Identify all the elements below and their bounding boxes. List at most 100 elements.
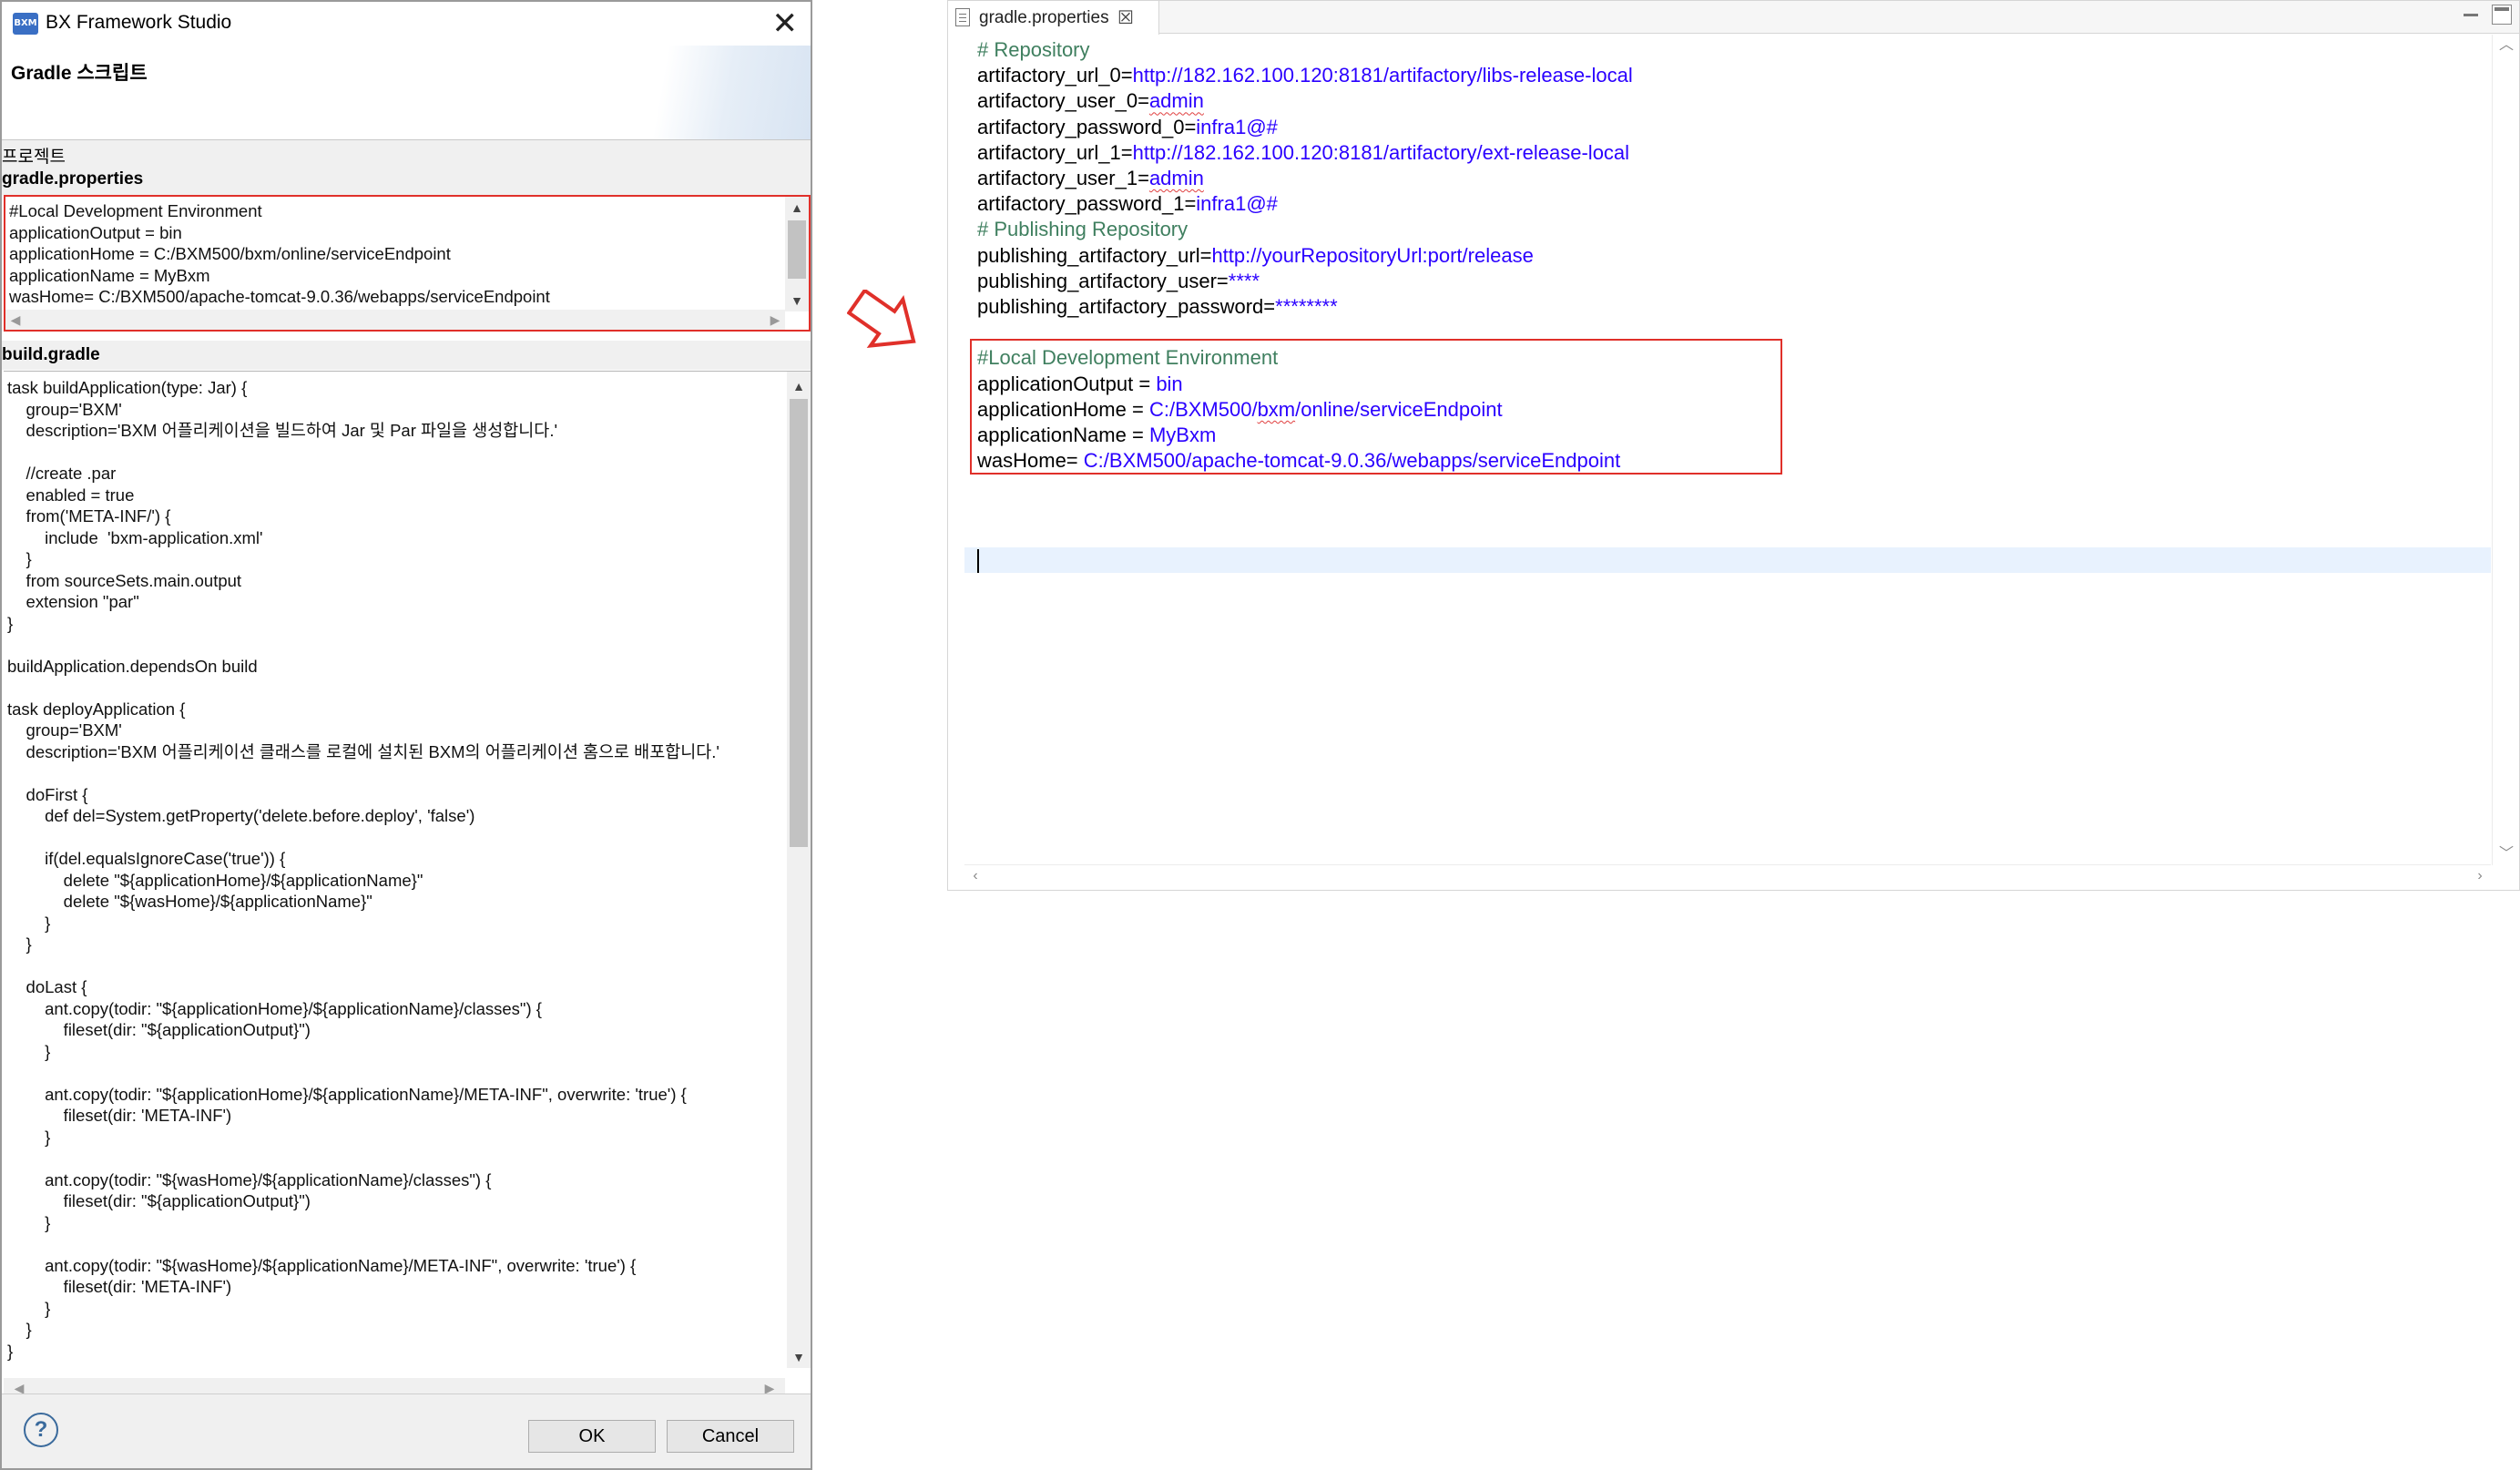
property-key: artifactory_user_1= [977,167,1149,189]
code-line: task deployApplication { [7,699,186,719]
code-line: from sourceSets.main.output [7,570,242,590]
property-value: http://182.162.100.120:8181/artifactory/… [1132,140,1630,164]
editor-line: # Publishing Repository [977,217,1188,242]
code-line: group='BXM' [7,720,122,740]
code-line: description='BXM 어플리케이션을 빌드하여 Jar 및 Par … [7,421,557,440]
scroll-down-icon[interactable]: ▼ [785,290,809,311]
scroll-up-icon[interactable]: ▲ [785,197,809,219]
property-key: artifactory_password_0= [977,115,1197,138]
editor-hscroll[interactable]: ‹ › [964,864,2491,886]
gradle-properties-vscroll[interactable]: ▲ ▼ [785,197,809,311]
code-line: } [7,934,32,954]
property-value: http://yourRepositoryUrl:port/release [1211,243,1534,267]
code-line: extension "par" [7,592,139,611]
comment-text: # Publishing Repository [977,218,1189,241]
property-key: publishing_artifactory_url= [977,243,1212,267]
help-icon[interactable]: ? [24,1413,58,1447]
property-value: **** [1228,269,1260,292]
code-line: } [7,1041,51,1061]
gradle-properties-textarea[interactable]: #Local Development Environment applicatio… [4,195,811,332]
scroll-down-icon[interactable]: ﹀ [2493,843,2520,865]
dialog-header-title: Gradle 스크립트 [11,63,148,84]
code-line: applicationHome = C:/BXM500/bxm/online/s… [9,244,451,263]
scrollbar-thumb[interactable] [788,220,806,279]
editor-line: artifactory_password_1=infra1@# [977,191,1278,217]
code-line: } [7,1298,51,1318]
build-gradle-label-band: build.gradle [2,341,811,370]
header-decoration [601,46,811,139]
code-line: applicationOutput = bin [9,222,182,242]
editor-line: artifactory_user_1=admin [977,166,1204,191]
code-line: ant.copy(todir: "${applicationHome}/${ap… [7,1084,687,1104]
maximize-icon[interactable] [2492,5,2512,25]
gradle-properties-label: gradle.properties [2,169,144,189]
close-icon[interactable]: ✕ [772,5,799,42]
scroll-up-icon[interactable]: ▲ [787,375,811,397]
ok-button[interactable]: OK [528,1420,656,1453]
scroll-right-icon[interactable]: ▶ [765,310,785,330]
scrollbar-thumb[interactable] [790,399,808,847]
code-line: } [7,549,32,568]
code-line: wasHome= C:/BXM500/apache-tomcat-9.0.36/… [9,287,550,306]
code-line: delete "${wasHome}/${applicationName}" [7,892,372,911]
editor-tabbar: gradle.properties ☒ [948,1,2519,35]
code-line: def del=System.getProperty('delete.befor… [7,806,475,825]
property-value: infra1@# [1196,115,1278,138]
editor-line: artifactory_password_0=infra1@# [977,115,1278,140]
dialog-titlebar: BXM BX Framework Studio ✕ [2,2,811,46]
current-line-highlight [964,547,2491,573]
property-value: http://182.162.100.120:8181/artifactory/… [1132,64,1633,87]
scroll-right-icon[interactable]: › [2469,865,2491,887]
tab-gradle-properties[interactable]: gradle.properties ☒ [948,1,1159,35]
code-line: ant.copy(todir: "${applicationHome}/${ap… [7,998,542,1018]
right-arrow-icon [847,290,916,348]
dialog-footer: ? OK Cancel [2,1393,811,1468]
code-line: //create .par [7,464,117,483]
build-gradle-lines: task buildApplication(type: Jar) { group… [4,377,811,1362]
scroll-left-icon[interactable]: ‹ [964,865,986,887]
property-key: publishing_artifactory_user= [977,269,1229,292]
build-gradle-vscroll[interactable]: ▲ ▼ [787,372,811,1368]
gradle-properties-hscroll[interactable]: ◀ ▶ [5,310,785,330]
tab-close-icon[interactable]: ☒ [1117,6,1134,29]
code-line: ant.copy(todir: "${wasHome}/${applicatio… [7,1255,637,1275]
code-line: task buildApplication(type: Jar) { [7,378,248,397]
code-line: fileset(dir: "${applicationOutput}") [7,1191,311,1210]
code-line: } [7,613,14,633]
project-label-band: 프로젝트 [2,140,811,167]
property-key: artifactory_url_0= [977,64,1133,87]
scroll-down-icon[interactable]: ▼ [787,1346,811,1368]
editor-line: publishing_artifactory_password=******** [977,294,1338,320]
build-gradle-label: build.gradle [2,345,100,364]
editor-line: artifactory_url_0=http://182.162.100.120… [977,63,1633,88]
cancel-button[interactable]: Cancel [667,1420,794,1453]
code-line: } [7,1341,14,1361]
build-gradle-textarea[interactable]: task buildApplication(type: Jar) { group… [4,371,811,1398]
code-line: ant.copy(todir: "${wasHome}/${applicatio… [7,1169,492,1189]
property-key: publishing_artifactory_password= [977,295,1276,318]
code-line: fileset(dir: 'META-INF') [7,1106,232,1125]
scroll-up-icon[interactable]: ︿ [2493,35,2520,56]
property-key: artifactory_url_1= [977,140,1133,164]
code-line: buildApplication.dependsOn build [7,656,258,676]
highlight-frame [970,339,1782,475]
code-line: description='BXM 어플리케이션 클래스를 로컬에 설치된 BXM… [7,741,719,761]
code-line: include 'bxm-application.xml' [7,527,263,547]
scroll-left-icon[interactable]: ◀ [5,310,26,330]
minimize-icon[interactable] [2461,5,2481,25]
tab-label: gradle.properties [979,8,1109,27]
comment-text: # Repository [977,38,1090,61]
dialog-header: Gradle 스크립트 [2,46,811,140]
window-title: BX Framework Studio [46,12,232,33]
code-line: } [7,1320,32,1339]
editor-vscroll[interactable]: ︿ ﹀ [2492,35,2519,865]
